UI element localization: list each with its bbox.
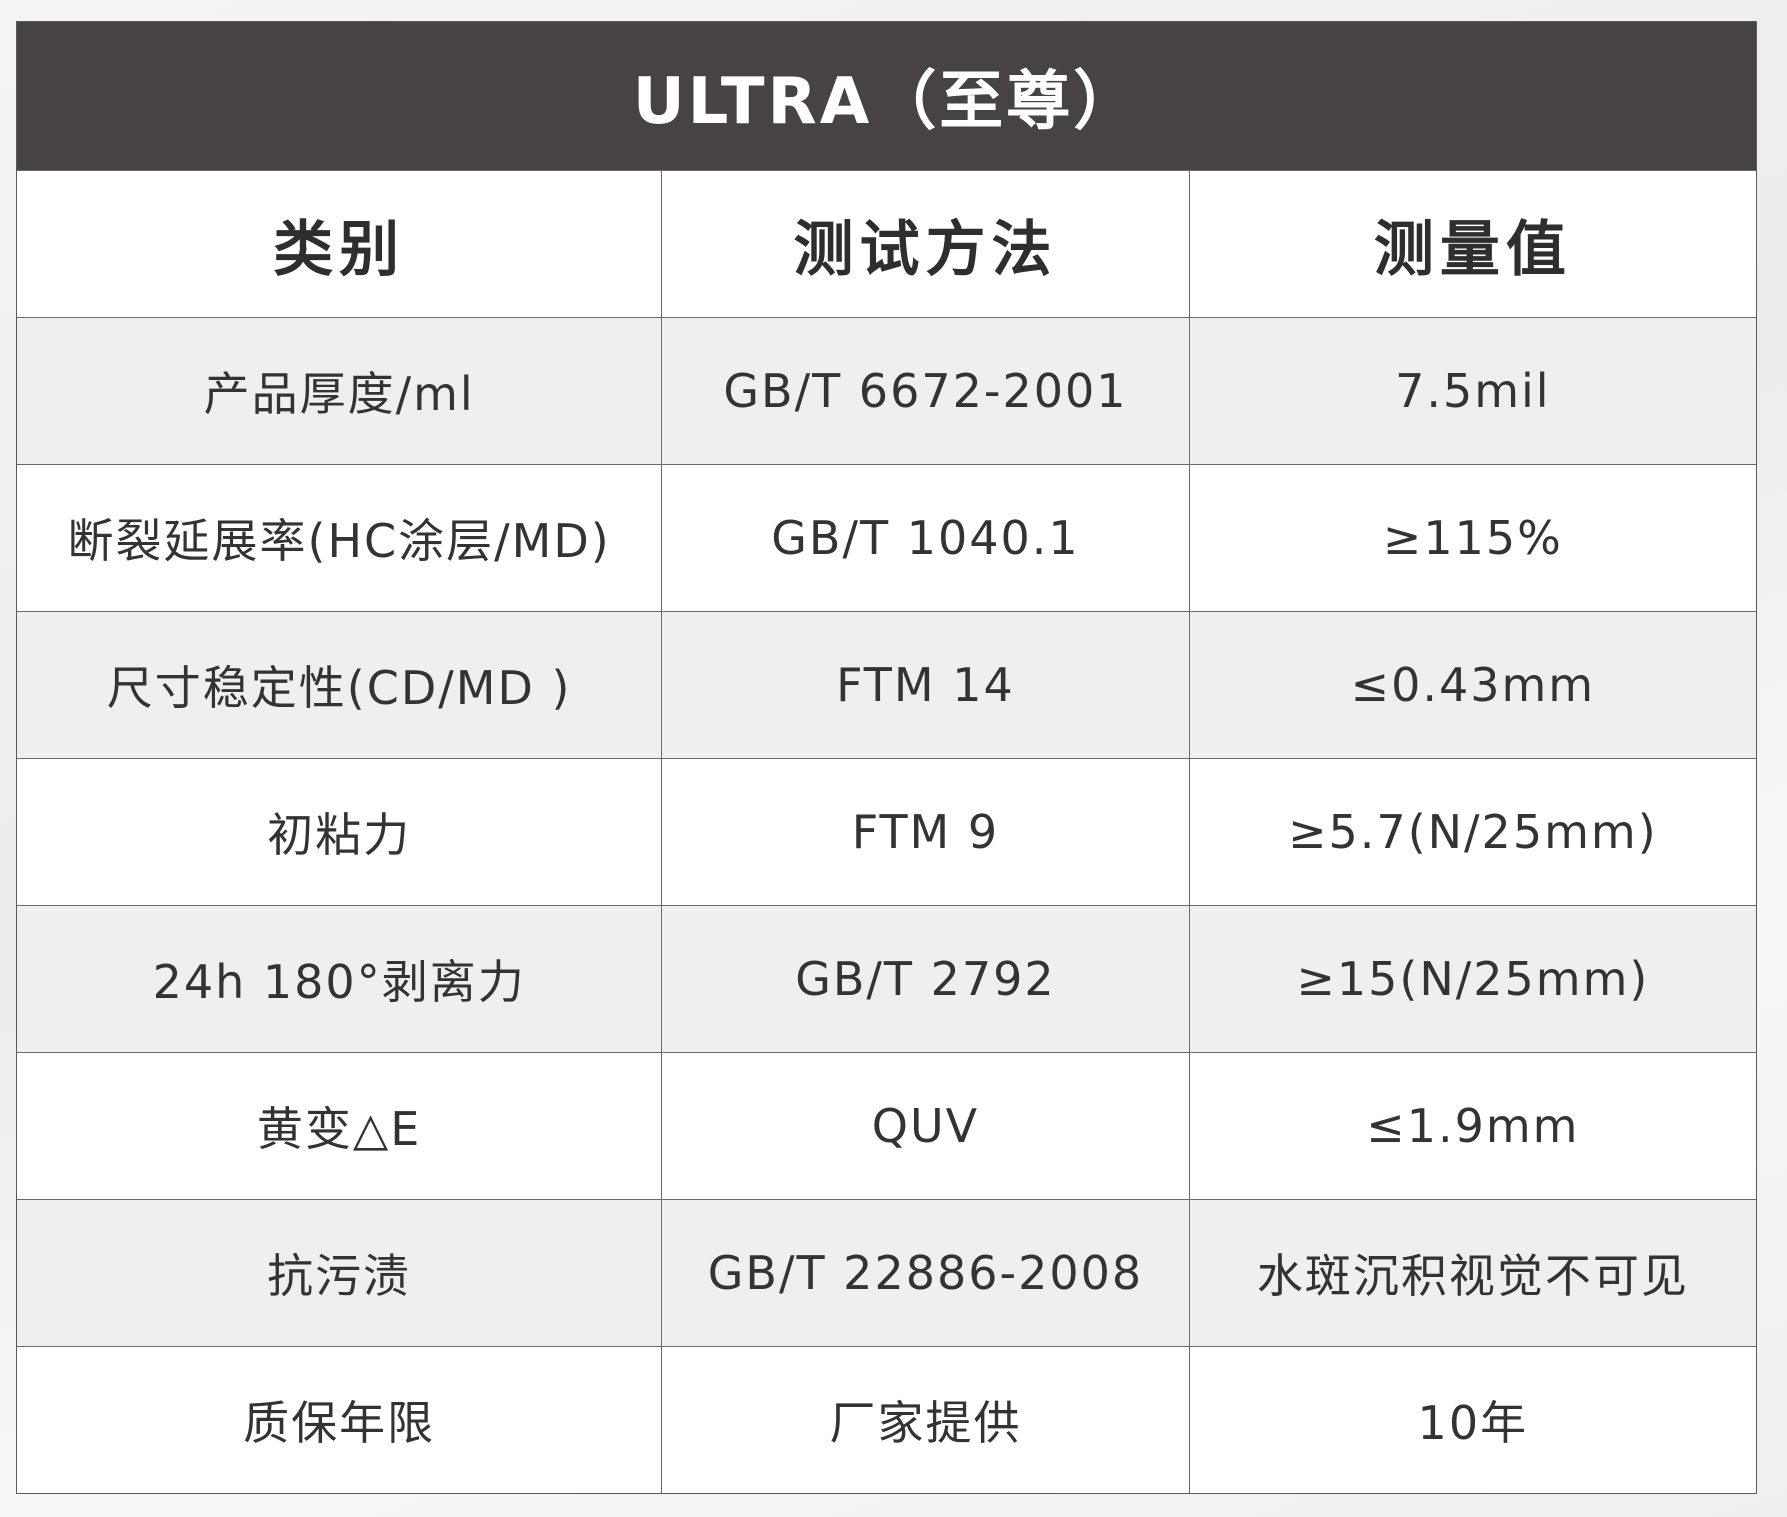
row-method: GB/T 22886-2008 (661, 1200, 1188, 1346)
table-row: 24h 180°剥离力 GB/T 2792 ≥15(N/25mm) (17, 905, 1756, 1052)
table-row: 质保年限 厂家提供 10年 (17, 1346, 1756, 1493)
row-category: 24h 180°剥离力 (152, 955, 526, 1009)
row-category: 尺寸稳定性(CD/MD ) (106, 661, 572, 715)
row-value: ≥115% (1188, 465, 1756, 611)
table-row: 尺寸稳定性(CD/MD ) FTM 14 ≤0.43mm (17, 611, 1756, 758)
row-category: 断裂延展率(HC涂层/MD) (67, 514, 611, 568)
row-method: GB/T 2792 (661, 906, 1188, 1052)
row-method: 厂家提供 (661, 1347, 1188, 1493)
table-row: 黄变△E QUV ≤1.9mm (17, 1052, 1756, 1199)
spec-table: ULTRA（至尊） 类别 测试方法 测量值 产品厚度/ml GB/T 6672-… (16, 21, 1757, 1494)
row-value: 7.5mil (1188, 318, 1756, 464)
table-row: 断裂延展率(HC涂层/MD) GB/T 1040.1 ≥115% (17, 464, 1756, 611)
table-row: 初粘力 FTM 9 ≥5.7(N/25mm) (17, 758, 1756, 905)
row-category: 质保年限 (243, 1396, 436, 1450)
row-method: QUV (661, 1053, 1188, 1199)
row-value: ≤0.43mm (1188, 612, 1756, 758)
header-test-method: 测试方法 (661, 171, 1188, 317)
row-method: FTM 9 (661, 759, 1188, 905)
row-value: ≥5.7(N/25mm) (1188, 759, 1756, 905)
row-method: GB/T 1040.1 (661, 465, 1188, 611)
row-value: ≥15(N/25mm) (1188, 906, 1756, 1052)
row-category: 初粘力 (267, 808, 412, 862)
row-value: ≤1.9mm (1188, 1053, 1756, 1199)
table-row: 产品厚度/ml GB/T 6672-2001 7.5mil (17, 317, 1756, 464)
header-measured-value: 测量值 (1188, 171, 1756, 317)
row-method: GB/T 6672-2001 (661, 318, 1188, 464)
table-row: 抗污渍 GB/T 22886-2008 水斑沉积视觉不可见 (17, 1199, 1756, 1346)
row-category: 抗污渍 (267, 1249, 412, 1303)
table-header-row: 类别 测试方法 测量值 (17, 170, 1756, 317)
row-value: 10年 (1188, 1347, 1756, 1493)
row-category: 黄变△E (256, 1102, 422, 1156)
row-value: 水斑沉积视觉不可见 (1188, 1200, 1756, 1346)
row-method: FTM 14 (661, 612, 1188, 758)
row-category: 产品厚度/ml (203, 367, 475, 421)
header-category: 类别 (273, 214, 406, 285)
table-title: ULTRA（至尊） (17, 22, 1756, 170)
